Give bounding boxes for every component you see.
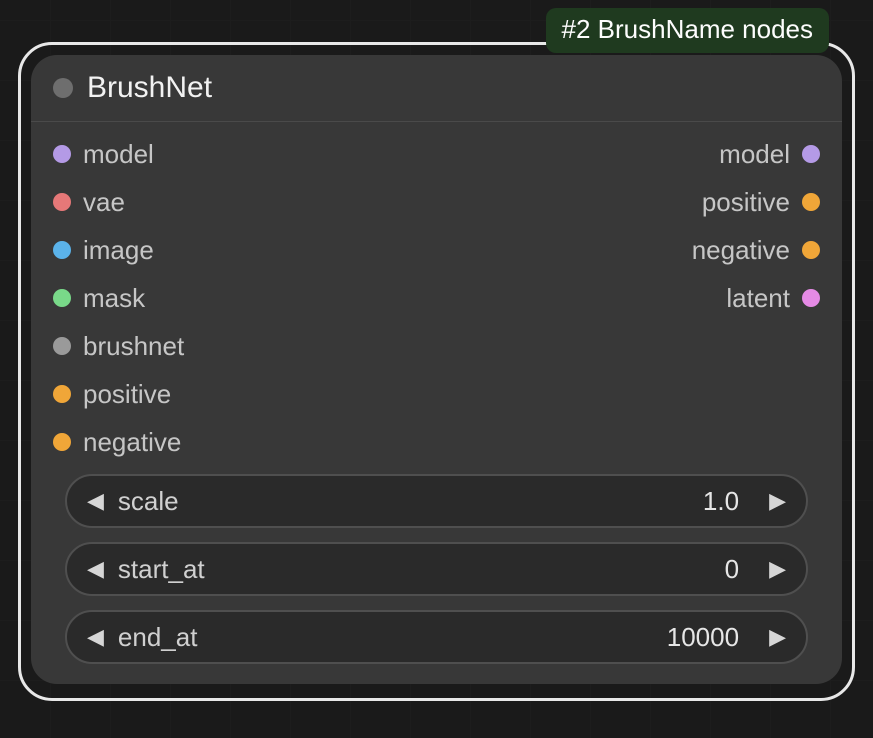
node-io: model vae image mask [31, 122, 842, 466]
port-label: image [83, 235, 154, 266]
input-port-brushnet[interactable]: brushnet [53, 330, 184, 362]
widget-end-at[interactable]: ◀ end_at 10000 ▶ [65, 610, 808, 664]
input-port-positive[interactable]: positive [53, 378, 171, 410]
port-label: latent [726, 283, 790, 314]
output-port-positive[interactable]: positive [702, 186, 820, 218]
port-dot-icon [802, 289, 820, 307]
output-port-latent[interactable]: latent [726, 282, 820, 314]
node-title: BrushNet [87, 71, 212, 105]
port-dot-icon [53, 145, 71, 163]
port-dot-icon [53, 337, 71, 355]
port-dot-icon [53, 241, 71, 259]
node-title-row[interactable]: BrushNet [31, 55, 842, 122]
input-port-model[interactable]: model [53, 138, 154, 170]
port-label: brushnet [83, 331, 184, 362]
chevron-left-icon[interactable]: ◀ [87, 624, 104, 650]
widget-scale[interactable]: ◀ scale 1.0 ▶ [65, 474, 808, 528]
port-dot-icon [53, 193, 71, 211]
port-label: positive [702, 187, 790, 218]
port-label: negative [692, 235, 790, 266]
widget-label: end_at [118, 622, 198, 653]
chevron-right-icon[interactable]: ▶ [769, 488, 786, 514]
input-port-image[interactable]: image [53, 234, 154, 266]
widget-label: start_at [118, 554, 205, 585]
node-badge-text: #2 BrushName nodes [562, 14, 813, 44]
port-label: negative [83, 427, 181, 458]
outputs-col: model positive negative latent [692, 138, 820, 458]
chevron-left-icon[interactable]: ◀ [87, 488, 104, 514]
node-status-dot [53, 78, 73, 98]
node-body: BrushNet model vae [31, 55, 842, 684]
port-dot-icon [802, 241, 820, 259]
chevron-left-icon[interactable]: ◀ [87, 556, 104, 582]
widget-value: 10000 [667, 622, 739, 653]
port-dot-icon [802, 145, 820, 163]
input-port-mask[interactable]: mask [53, 282, 145, 314]
output-port-negative[interactable]: negative [692, 234, 820, 266]
node-brushnet[interactable]: BrushNet model vae [18, 42, 855, 701]
widget-label: scale [118, 486, 179, 517]
widget-value: 0 [725, 554, 739, 585]
node-badge: #2 BrushName nodes [546, 8, 829, 53]
port-label: model [719, 139, 790, 170]
port-label: vae [83, 187, 125, 218]
port-dot-icon [802, 193, 820, 211]
input-port-negative[interactable]: negative [53, 426, 181, 458]
port-label: mask [83, 283, 145, 314]
chevron-right-icon[interactable]: ▶ [769, 556, 786, 582]
input-port-vae[interactable]: vae [53, 186, 125, 218]
port-label: positive [83, 379, 171, 410]
widget-start-at[interactable]: ◀ start_at 0 ▶ [65, 542, 808, 596]
chevron-right-icon[interactable]: ▶ [769, 624, 786, 650]
inputs-col: model vae image mask [53, 138, 184, 458]
port-dot-icon [53, 289, 71, 307]
widgets: ◀ scale 1.0 ▶ ◀ start_at 0 ▶ ◀ end_at [31, 466, 842, 684]
port-dot-icon [53, 433, 71, 451]
widget-value: 1.0 [703, 486, 739, 517]
output-port-model[interactable]: model [719, 138, 820, 170]
port-dot-icon [53, 385, 71, 403]
port-label: model [83, 139, 154, 170]
